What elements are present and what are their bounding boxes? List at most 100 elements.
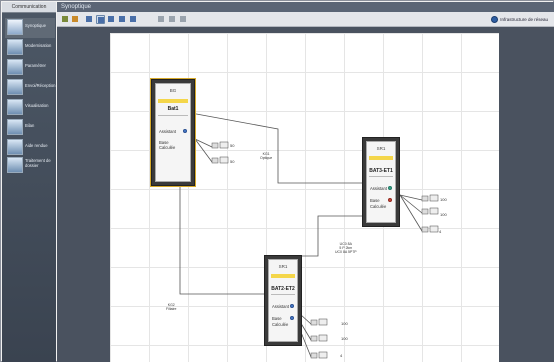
device-icon[interactable] — [421, 225, 439, 233]
sidebar-item-label: Traitement de dossier — [25, 158, 51, 168]
node-panel: SR1 BAT2-ET2 Assistant Base Calculée — [268, 259, 298, 342]
save-icon — [62, 16, 68, 22]
settings-icon — [7, 59, 23, 75]
sidebar: Communication Synoptique Modernisation Par… — [2, 2, 56, 362]
status-dot — [388, 186, 392, 190]
divider — [369, 176, 393, 177]
node-calc-label: Calculée — [370, 204, 387, 209]
transfer-icon — [7, 79, 23, 95]
device-icon[interactable] — [310, 318, 328, 326]
node-card-bg[interactable]: BG Bat1 Assistant Base Calculée — [150, 78, 196, 187]
view-a-icon — [98, 17, 104, 23]
device-count-label: 4 — [340, 353, 343, 358]
sidebar-item-label: Synoptique — [25, 23, 46, 28]
toolbar-button-8[interactable] — [168, 15, 177, 24]
sidebar-item-label: Modernisation — [25, 43, 52, 48]
sidebar-item-1[interactable]: Modernisation — [5, 38, 55, 58]
status-dot — [290, 316, 294, 320]
sidebar-item-label: Paramétrer — [25, 63, 46, 68]
open-icon — [72, 16, 78, 22]
sidebar-item-label: Bilan — [25, 123, 35, 128]
node-panel: BG Bat1 Assistant Base Calculée — [155, 83, 191, 182]
status-dot — [183, 129, 187, 133]
help-icon — [7, 139, 23, 155]
sidebar-item-2[interactable]: Paramétrer — [5, 58, 55, 78]
view-b-icon — [108, 16, 114, 22]
sidebar-item-5[interactable]: Bilan — [5, 118, 55, 138]
sidebar-item-label: Visualisation — [25, 103, 49, 108]
device-icon[interactable] — [211, 141, 229, 149]
sidebar-item-3[interactable]: Envoi/Réception — [5, 78, 56, 98]
app-window: Communication Synoptique Modernisation Par… — [0, 0, 554, 362]
toolbar-button-2[interactable] — [85, 15, 94, 24]
sidebar-item-label: Envoi/Réception — [25, 83, 56, 88]
sidebar-item-4[interactable]: Visualisation — [5, 98, 55, 118]
link-label-ucoa: UC0 8A 5 P 2km UC0 8A 5P7P — [335, 242, 357, 254]
sidebar-item-7[interactable]: Traitement de dossier — [5, 156, 55, 176]
node-assistant-link[interactable]: Assistant — [272, 304, 289, 309]
toolbar-button-6[interactable] — [129, 15, 138, 24]
folder-process-icon — [7, 157, 23, 173]
device-link — [194, 138, 213, 163]
node-base-label: Base — [272, 316, 282, 321]
node-status-bar — [271, 274, 295, 278]
device-icon[interactable] — [421, 194, 439, 202]
node-name: BAT3-ET1 — [369, 168, 393, 174]
device-icon[interactable] — [310, 334, 328, 342]
canvas-area: BG Bat1 Assistant Base Calculée SR1 BAT3… — [57, 27, 554, 362]
modernization-icon — [7, 39, 23, 55]
synoptic-icon — [7, 19, 23, 35]
grid-icon — [169, 16, 175, 22]
sidebar-item-0[interactable]: Synoptique — [5, 18, 55, 38]
node-card-sr1-bottom[interactable]: SR1 BAT2-ET2 Assistant Base Calculée — [264, 255, 302, 346]
divider — [271, 294, 295, 295]
toolbar-button-3[interactable] — [96, 15, 105, 24]
link-label-optical: KG1 Optique — [260, 152, 273, 160]
device-count-label: 100 — [341, 321, 348, 326]
node-name: Bat1 — [167, 106, 179, 112]
node-assistant-link[interactable]: Assistant — [159, 129, 176, 134]
node-base-label: Base — [370, 198, 380, 203]
link-label-wired: KG2 Filtaire — [166, 303, 177, 311]
divider — [158, 115, 188, 116]
status-dot — [290, 304, 294, 308]
network-infrastructure-label: Infrastructure de réseau — [500, 17, 548, 22]
node-calc-label: Calculée — [159, 145, 176, 150]
zoom-icon — [158, 16, 164, 22]
status-dot — [388, 198, 392, 202]
page-title: Synoptique — [57, 2, 554, 12]
toolbar-button-4[interactable] — [107, 15, 116, 24]
refresh-icon — [180, 16, 186, 22]
visualization-icon — [7, 99, 23, 115]
view-d-icon — [130, 16, 136, 22]
link-line-optical — [179, 110, 362, 184]
link-icon — [86, 16, 92, 22]
device-count-label: 50 — [230, 143, 235, 148]
node-id: SR1 — [278, 264, 288, 269]
node-calc-label: Calculée — [272, 322, 289, 327]
device-count-label: 100 — [341, 336, 348, 341]
toolbar-button-1[interactable] — [71, 15, 80, 24]
device-count-label: 100 — [440, 197, 447, 202]
device-count-label: 4 — [439, 229, 442, 234]
toolbar: Infrastructure de réseau — [57, 12, 554, 27]
node-card-sr1-right[interactable]: SR1 BAT3-ET1 Assistant Base Calculée — [362, 137, 400, 227]
device-icon[interactable] — [421, 207, 439, 215]
view-c-icon — [119, 16, 125, 22]
synoptic-canvas[interactable]: BG Bat1 Assistant Base Calculée SR1 BAT3… — [110, 33, 499, 362]
sidebar-title: Communication — [2, 2, 56, 13]
sidebar-item-6[interactable]: Aide rendue — [5, 138, 55, 158]
toolbar-button-9[interactable] — [179, 15, 188, 24]
device-icon[interactable] — [211, 156, 229, 164]
node-panel: SR1 BAT3-ET1 Assistant Base Calculée — [366, 141, 396, 223]
node-status-bar — [158, 99, 188, 103]
network-infrastructure-button[interactable]: Infrastructure de réseau — [491, 15, 548, 24]
node-status-bar — [369, 156, 393, 160]
toolbar-button-7[interactable] — [157, 15, 166, 24]
node-assistant-link[interactable]: Assistant — [370, 186, 387, 191]
sidebar-item-label: Aide rendue — [25, 143, 48, 148]
network-icon — [491, 16, 499, 23]
toolbar-button-5[interactable] — [118, 15, 127, 24]
device-icon[interactable] — [310, 351, 328, 359]
toolbar-button-0[interactable] — [61, 15, 70, 24]
